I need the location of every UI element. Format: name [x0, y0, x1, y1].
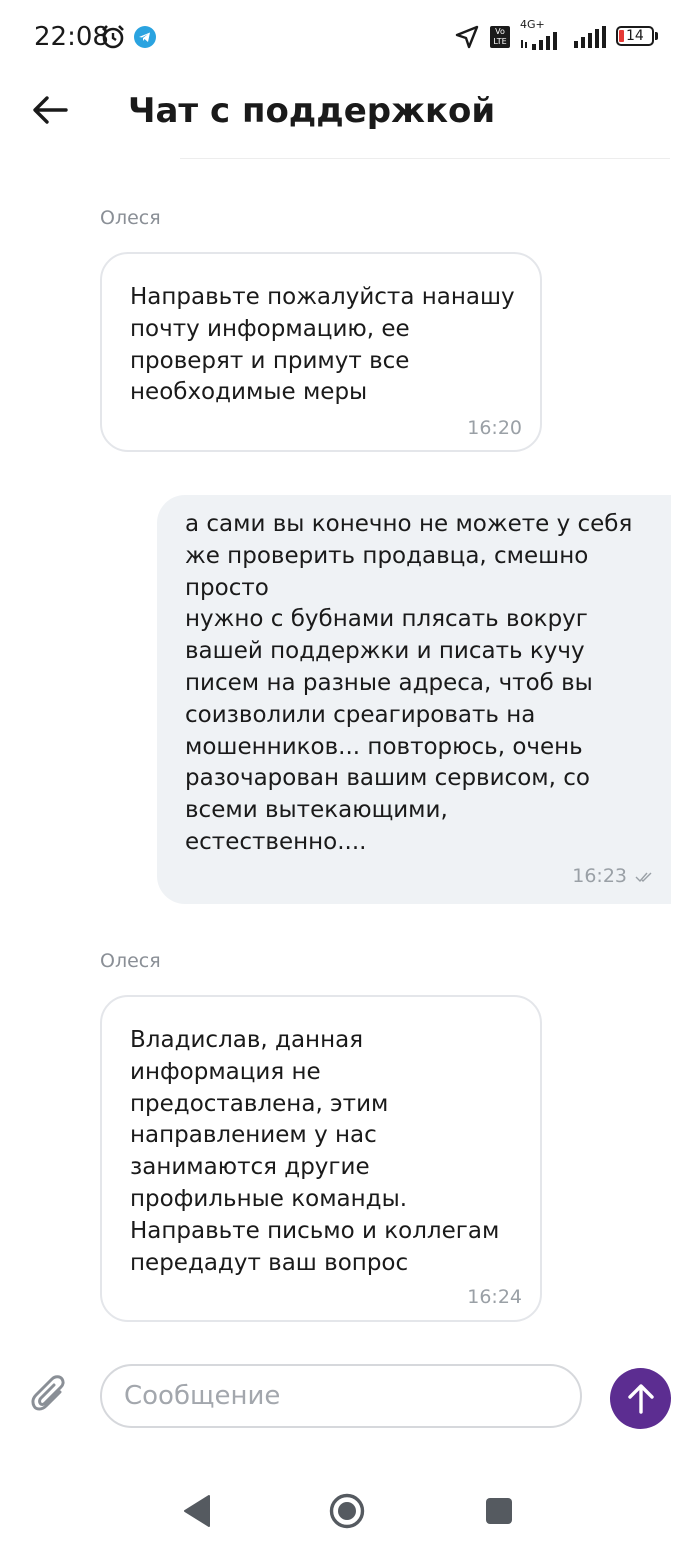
message-input[interactable]	[100, 1364, 582, 1428]
signal-4g-icon: 4G+	[520, 18, 564, 50]
send-button[interactable]	[610, 1368, 671, 1429]
message-text: Владислав, данная информация не предоста…	[130, 1027, 500, 1276]
paperclip-icon[interactable]	[30, 1374, 70, 1418]
nav-home-icon[interactable]	[329, 1493, 365, 1529]
outgoing-message[interactable]: а сами вы конечно не можете у себя же пр…	[157, 495, 671, 904]
incoming-message[interactable]: Направьте пожалуйста нанашу почту информ…	[100, 252, 542, 452]
page-title: Чат с поддержкой	[128, 91, 496, 131]
message-sender: Олеся	[100, 950, 161, 972]
message-time: 16:20	[467, 417, 522, 439]
volte-icon: Vo LTE	[490, 26, 510, 48]
battery-icon: 14	[616, 26, 660, 48]
message-time: 16:24	[467, 1286, 522, 1308]
arrow-up-icon	[627, 1383, 654, 1414]
telegram-icon	[134, 26, 156, 48]
status-left-icons	[100, 24, 156, 50]
arrow-left-icon[interactable]	[30, 90, 70, 130]
location-icon	[455, 25, 479, 49]
nav-recents-icon[interactable]	[485, 1497, 513, 1525]
status-right-icons: Vo LTE 4G+ 14	[454, 18, 660, 52]
message-sender: Олеся	[100, 207, 161, 229]
double-check-icon	[635, 872, 652, 883]
signal-icon	[574, 26, 606, 48]
battery-level: 14	[626, 28, 644, 44]
incoming-message[interactable]: Владислав, данная информация не предоста…	[100, 995, 542, 1322]
alarm-icon	[102, 25, 124, 49]
message-text: а сами вы конечно не можете у себя же пр…	[185, 511, 633, 855]
message-time: 16:23	[572, 865, 627, 887]
nav-back-icon[interactable]	[183, 1494, 211, 1528]
header-divider	[180, 158, 670, 159]
status-time: 22:08	[34, 22, 109, 52]
message-text: Направьте пожалуйста нанашу почту информ…	[130, 284, 515, 406]
